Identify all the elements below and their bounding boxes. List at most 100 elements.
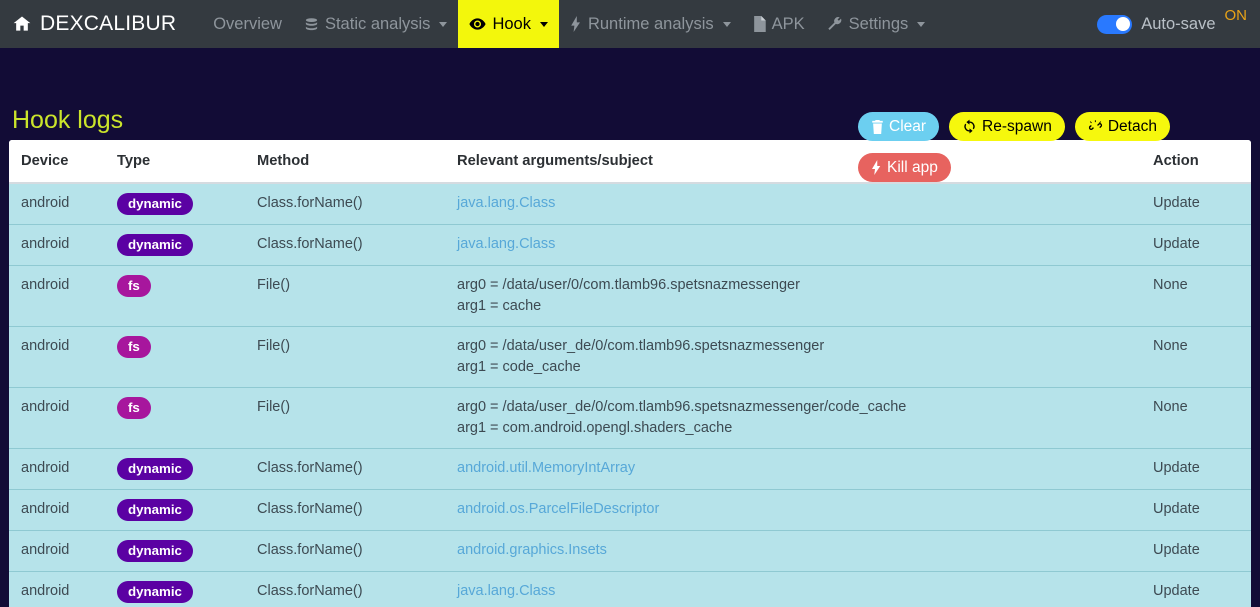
nav-item-settings[interactable]: Settings: [816, 0, 937, 48]
nav-item-overview[interactable]: Overview: [202, 0, 293, 48]
type-badge: dynamic: [117, 234, 193, 256]
column-header-action: Action: [1153, 140, 1251, 184]
hook-logs-table: Device Type Method Relevant arguments/su…: [9, 140, 1251, 607]
cell-device: android: [9, 530, 117, 572]
nav-item-runtime-analysis[interactable]: Runtime analysis: [559, 0, 742, 48]
column-header-device: Device: [9, 140, 117, 184]
cell-device: android: [21, 195, 70, 211]
cell-device: android: [9, 326, 117, 388]
autosave-label: Auto-save: [1141, 14, 1216, 33]
cell-device: android: [9, 489, 117, 531]
argument-line: arg1 = com.android.opengl.shaders_cache: [457, 420, 733, 437]
cell-arguments: android.os.ParcelFileDescriptor: [457, 489, 1153, 531]
toolbar-primary: Clear Re-spawn Detach: [858, 112, 1170, 142]
cell-method: File(): [257, 265, 457, 327]
table-header: Device Type Method Relevant arguments/su…: [9, 140, 1251, 184]
cell-type: dynamic: [117, 530, 257, 572]
nav-item-apk[interactable]: APK: [742, 0, 816, 48]
subject-link[interactable]: android.util.MemoryIntArray: [457, 460, 635, 476]
cell-method: Class.forName(): [257, 489, 457, 531]
subject-link[interactable]: android.os.ParcelFileDescriptor: [457, 501, 659, 517]
cell-action: Update: [1153, 224, 1251, 266]
subject-link[interactable]: java.lang.Class: [457, 236, 555, 252]
trash-icon: [871, 119, 884, 134]
page-title: Hook logs: [12, 106, 124, 134]
unlink-icon: [1088, 119, 1103, 134]
table-row: android dynamic Class.forName() android.gra…: [9, 530, 1251, 572]
subject-link[interactable]: java.lang.Class: [457, 583, 555, 599]
cell-action: Update: [1153, 530, 1251, 572]
bolt-icon: [871, 160, 882, 176]
cell-type: fs: [117, 326, 257, 388]
chevron-down-icon: [917, 21, 926, 27]
type-badge: dynamic: [117, 193, 193, 215]
subject-link[interactable]: java.lang.Class: [457, 195, 555, 211]
cell-type: dynamic: [117, 571, 257, 607]
subject-link[interactable]: android.graphics.Insets: [457, 542, 607, 558]
cell-method: Class.forName(): [257, 530, 457, 572]
argument-line: arg0 = /data/user_de/0/com.tlamb96.spets…: [457, 338, 825, 355]
hook-logs-table-container: Device Type Method Relevant arguments/su…: [9, 140, 1251, 607]
argument-line: arg1 = cache: [457, 298, 542, 315]
cell-device: android: [9, 224, 117, 266]
nav-label-hook: Hook: [492, 14, 531, 33]
brand-label: DEXCALIBUR: [40, 12, 177, 35]
cell-arguments: arg0 = /data/user_de/0/com.tlamb96.spets…: [457, 326, 1153, 388]
cell-device: android: [9, 265, 117, 327]
chevron-down-icon: [722, 21, 731, 27]
cell-type: dynamic: [117, 489, 257, 531]
table-row: android fs File() arg0 = /data/user/0/com.t…: [9, 265, 1251, 327]
home-icon: [12, 14, 32, 34]
cell-arguments: arg0 = /data/user_de/0/com.tlamb96.spets…: [457, 387, 1153, 449]
chevron-down-icon: [439, 21, 448, 27]
detach-button-label: Detach: [1107, 118, 1157, 135]
table-row: android dynamic Class.forName() java.lang.C…: [9, 183, 1251, 225]
main-navbar: DEXCALIBUR Overview Static analysis Hook…: [0, 0, 1260, 48]
cell-action: Update: [1153, 571, 1251, 607]
nav-item-hook[interactable]: Hook: [458, 0, 559, 48]
cell-type: fs: [117, 265, 257, 327]
cell-type: dynamic: [117, 448, 257, 490]
table-body: android dynamic Class.forName() java.lang.C…: [9, 183, 1251, 607]
nav-label-settings: Settings: [848, 14, 909, 33]
cell-method: Class.forName(): [257, 571, 457, 607]
cell-method: Class.forName(): [257, 195, 363, 211]
kill-app-button[interactable]: Kill app: [858, 153, 951, 183]
type-badge: fs: [117, 275, 151, 297]
cell-action: Update: [1153, 448, 1251, 490]
toolbar-secondary: Kill app: [858, 153, 951, 183]
respawn-button[interactable]: Re-spawn: [949, 112, 1065, 142]
clear-button[interactable]: Clear: [858, 112, 940, 142]
table-row: android dynamic Class.forName() android.os.…: [9, 489, 1251, 531]
table-row: android fs File() arg0 = /data/user_de/0/co…: [9, 326, 1251, 388]
cell-method: Class.forName(): [257, 448, 457, 490]
cell-device: android: [9, 448, 117, 490]
cell-method: Class.forName(): [257, 224, 457, 266]
autosave-toggle[interactable]: [1097, 14, 1133, 34]
nav-label-runtime-analysis: Runtime analysis: [587, 14, 714, 33]
table-header-row: Device Type Method Relevant arguments/su…: [9, 140, 1251, 184]
cell-arguments: java.lang.Class: [457, 224, 1153, 266]
database-icon: [304, 17, 319, 32]
cell-action: None: [1153, 326, 1251, 388]
nav-label-apk: APK: [771, 14, 805, 33]
cell-action: None: [1153, 387, 1251, 449]
wrench-icon: [827, 16, 843, 32]
autosave-state: ON: [1224, 7, 1248, 24]
nav-label-overview: Overview: [213, 14, 282, 33]
column-header-method: Method: [257, 140, 457, 184]
detach-button[interactable]: Detach: [1074, 112, 1170, 142]
cell-arguments: java.lang.Class: [457, 183, 1153, 225]
bolt-icon: [570, 16, 582, 32]
page-header: Hook logs Clear Re-spawn Detach Kill app: [0, 48, 1260, 183]
cell-arguments: arg0 = /data/user/0/com.tlamb96.spetsnaz…: [457, 265, 1153, 327]
nav-item-static-analysis[interactable]: Static analysis: [293, 0, 458, 48]
autosave-group: Auto-save ON: [1097, 0, 1260, 48]
cell-method: File(): [257, 387, 457, 449]
brand[interactable]: DEXCALIBUR: [0, 0, 186, 48]
cell-type: dynamic: [117, 224, 257, 266]
cell-method: File(): [257, 326, 457, 388]
type-badge: dynamic: [117, 581, 193, 604]
cell-device: android: [9, 571, 117, 607]
column-header-type: Type: [117, 140, 257, 184]
